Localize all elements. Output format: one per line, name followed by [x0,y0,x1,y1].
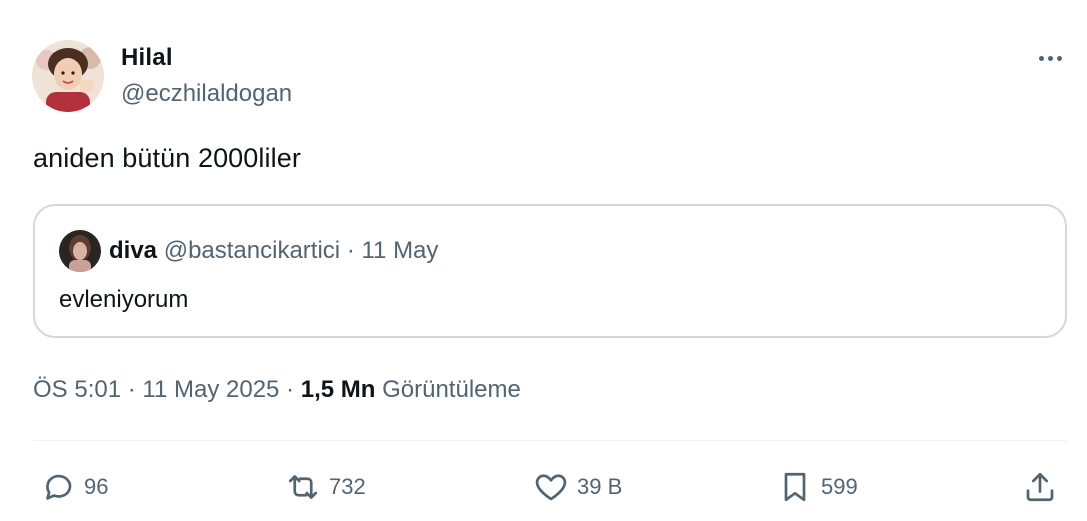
like-button[interactable]: 39 B [533,467,622,507]
views-count: 1,5 Mn [300,376,376,403]
author-avatar[interactable] [32,40,104,112]
reply-button[interactable]: 96 [40,467,108,507]
tweet-meta: ÖS 5:01 · 11 May 2025 · 1,5 Mn Görüntüle… [33,376,521,404]
quoted-tweet-header: diva @bastancikartici · 11 May [109,237,438,265]
quoted-author-name[interactable]: diva [109,237,157,264]
quoted-tweet-date: 11 May [361,237,439,264]
share-button[interactable] [1022,467,1058,507]
author-display-name[interactable]: Hilal [121,44,173,72]
quoted-author-handle: @bastancikartici [163,237,341,264]
retweet-count: 732 [329,474,366,499]
quoted-tweet-text: evleniyorum [59,286,189,313]
more-horizontal-icon[interactable] [1030,46,1070,70]
views-label: Görüntüleme [382,376,521,403]
bookmark-button[interactable]: 599 [777,467,858,507]
meta-separator-2: · [286,376,295,403]
reply-count: 96 [84,474,109,499]
divider [33,440,1067,441]
retweet-icon [285,469,321,505]
bookmark-icon [777,469,813,505]
tweet-text: aniden bütün 2000liler [33,143,301,173]
tweet-date[interactable]: 11 May 2025 [142,376,279,403]
quoted-separator: · [346,237,355,264]
heart-icon [533,469,569,505]
tweet-card: Hilal @eczhilaldogan aniden bütün 2000li… [0,0,1087,521]
author-handle[interactable]: @eczhilaldogan [121,80,292,108]
meta-separator: · [127,376,136,403]
bookmark-count: 599 [821,474,858,499]
reply-icon [40,469,76,505]
like-count: 39 B [577,474,623,499]
tweet-time[interactable]: ÖS 5:01 [33,376,121,403]
quoted-tweet[interactable]: diva @bastancikartici · 11 May evleniyor… [33,204,1067,338]
quoted-author-avatar[interactable] [59,230,101,272]
retweet-button[interactable]: 732 [285,467,366,507]
share-icon [1022,469,1058,505]
